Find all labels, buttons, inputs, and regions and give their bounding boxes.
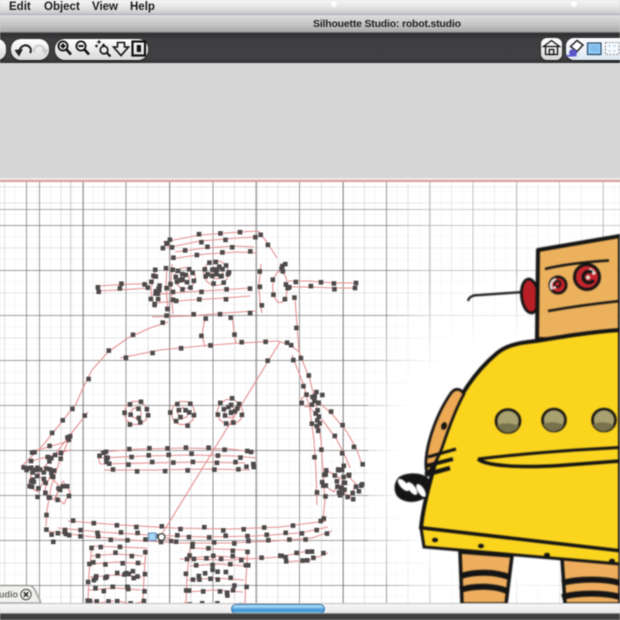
svg-text:udio: udio — [0, 590, 18, 600]
